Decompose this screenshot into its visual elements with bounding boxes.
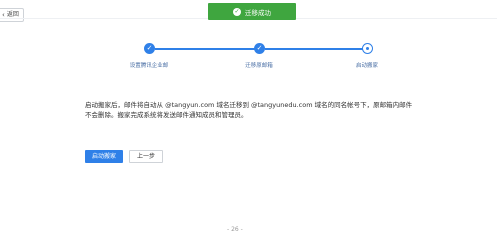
page-number: - 26 - — [227, 226, 243, 233]
previous-step-button[interactable]: 上一步 — [129, 150, 164, 163]
step-2-check-icon: ✓ — [254, 43, 265, 54]
step-1-label: 设置腾讯企业邮 — [129, 63, 169, 69]
progress-steps: ✓ ✓ 设置腾讯企业邮 迁移原邮箱 启动搬家 — [0, 0, 497, 80]
step-connector-1 — [155, 48, 255, 50]
start-migration-button[interactable]: 启动搬家 — [85, 150, 124, 163]
step-3-label: 启动搬家 — [355, 63, 379, 69]
step-2-label: 迁移原邮箱 — [245, 63, 273, 69]
action-bar: 启动搬家 上一步 — [85, 150, 164, 163]
migration-description: 启动搬家后，邮件将自动从 @tangyun.com 域名迁移到 @tangyun… — [85, 101, 413, 119]
step-connector-2 — [265, 48, 365, 50]
step-3-current-icon — [362, 43, 373, 54]
step-1-check-icon: ✓ — [144, 43, 155, 54]
